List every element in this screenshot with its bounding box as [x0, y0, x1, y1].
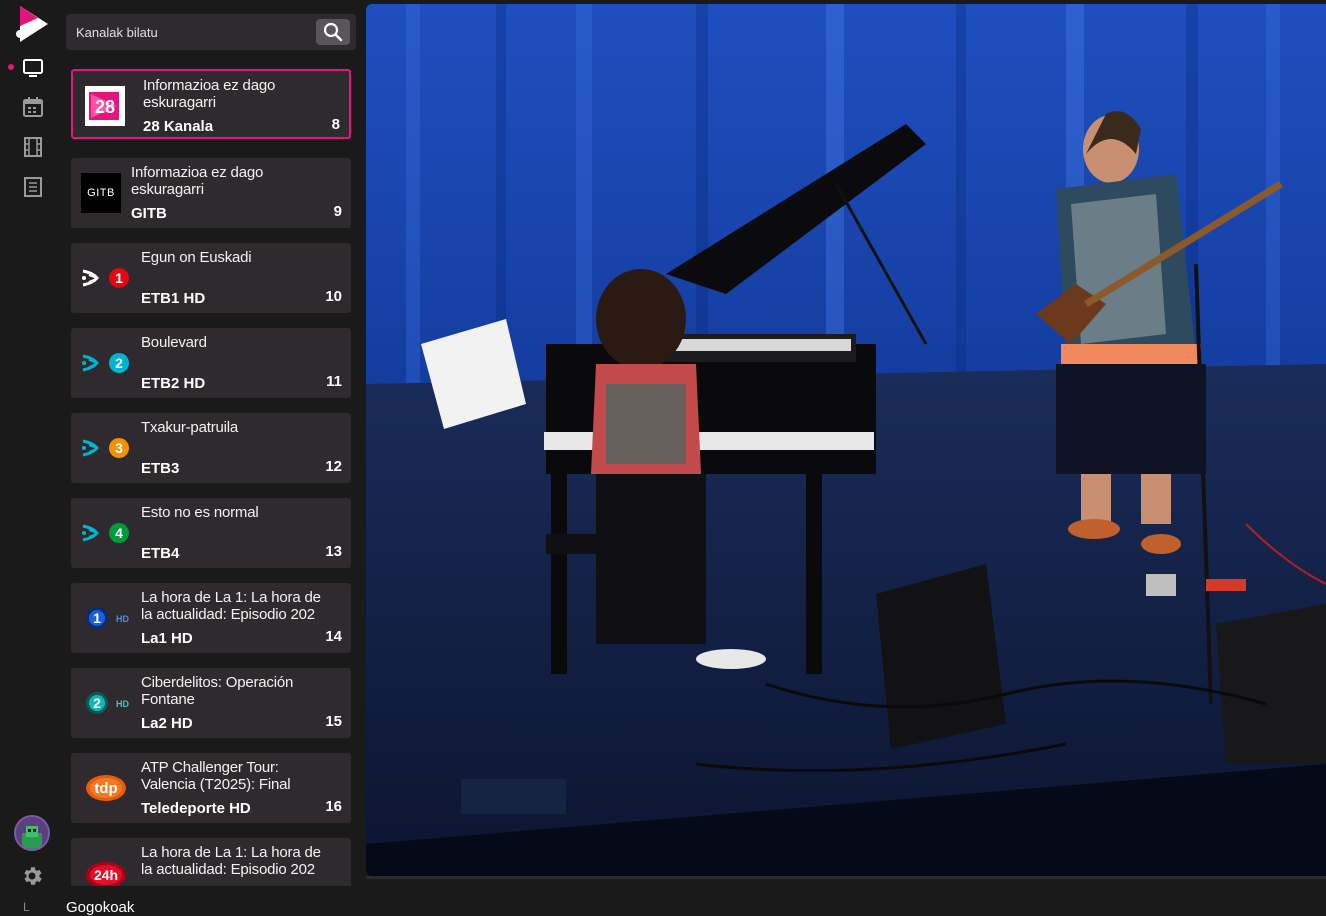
24h-logo: 24h [81, 851, 131, 886]
settings-gear-icon[interactable] [20, 864, 44, 888]
svg-text:4: 4 [115, 525, 123, 541]
favorites-section-label[interactable]: Gogokoak [66, 899, 134, 916]
tv-icon[interactable] [22, 57, 44, 79]
svg-text:28: 28 [95, 97, 115, 117]
search-input[interactable] [66, 14, 312, 50]
channel-card-la2[interactable]: 2 HD Ciberdelitos: Operación Fontane La2… [71, 668, 351, 738]
channel-card-teledeporte[interactable]: tdp ATP Challenger Tour: Valencia (T2025… [71, 753, 351, 823]
channel-card-etb1[interactable]: 1 Egun on Euskadi ETB1 HD 10 [71, 243, 351, 313]
rail-bottom-label: L [23, 900, 30, 914]
28-kanala-logo: 28 [83, 84, 127, 128]
channel-name: GITB [131, 205, 167, 222]
gitb-logo: GITB [81, 173, 121, 213]
svg-text:2: 2 [115, 355, 123, 371]
channel-number: 8 [331, 116, 340, 133]
etb2-logo: 2 [79, 341, 133, 385]
channel-card-etb2[interactable]: 2 Boulevard ETB2 HD 11 [71, 328, 351, 398]
program-title: Informazioa ez dago eskuragarri [131, 164, 264, 198]
channel-name: ETB1 HD [141, 290, 206, 307]
channel-card-etb3[interactable]: 3 Txakur-patruila ETB3 12 [71, 413, 351, 483]
program-title: Boulevard [141, 334, 207, 351]
channel-list: 28 Informazioa ez dago eskuragarri 28 Ka… [62, 58, 366, 886]
video-frame [366, 4, 1326, 876]
channel-name: ETB2 HD [141, 375, 206, 392]
channel-number: 12 [325, 458, 342, 475]
program-title: La hora de La 1: La hora de la actualida… [141, 589, 321, 623]
user-avatar[interactable] [14, 815, 50, 851]
channel-name: ETB3 [141, 460, 180, 477]
search-icon [323, 22, 343, 42]
etb4-logo: 4 [79, 511, 133, 555]
program-title: ATP Challenger Tour: Valencia (T2025): F… [141, 759, 291, 793]
search-button[interactable] [316, 19, 350, 45]
channel-number: 10 [325, 288, 342, 305]
channel-card-etb4[interactable]: 4 Esto no es normal ETB4 13 [71, 498, 351, 568]
svg-text:1: 1 [93, 610, 101, 626]
channel-card-28-kanala[interactable]: 28 Informazioa ez dago eskuragarri 28 Ka… [71, 69, 351, 139]
program-title: Egun on Euskadi [141, 249, 252, 266]
program-title: Ciberdelitos: Operación Fontane [141, 674, 294, 708]
channel-name: 28 Kanala [143, 118, 214, 135]
program-title: Informazioa ez dago eskuragarri [143, 77, 276, 111]
app-logo-icon[interactable] [14, 4, 50, 44]
svg-text:24h: 24h [94, 867, 118, 883]
channel-number: 11 [326, 373, 342, 390]
active-nav-indicator [8, 64, 14, 70]
channel-card-24h[interactable]: 24h La hora de La 1: La hora de la actua… [71, 838, 351, 886]
svg-text:1: 1 [115, 270, 123, 286]
channel-name: La1 HD [141, 630, 193, 647]
channel-search [66, 14, 356, 50]
channel-card-la1[interactable]: 1 HD La hora de La 1: La hora de la actu… [71, 583, 351, 653]
program-title: Txakur-patruila [141, 419, 239, 436]
channel-name: ETB4 [141, 545, 180, 562]
calendar-icon[interactable] [22, 96, 44, 118]
svg-text:2: 2 [93, 695, 101, 711]
channel-number: 14 [325, 628, 342, 645]
channel-name: La2 HD [141, 715, 193, 732]
svg-text:HD: HD [116, 614, 129, 624]
etb3-logo: 3 [79, 426, 133, 470]
video-player[interactable] [366, 4, 1326, 876]
channel-number: 13 [325, 543, 342, 560]
film-icon[interactable] [22, 136, 44, 158]
nav-rail: L [0, 0, 62, 914]
channel-number: 15 [325, 713, 342, 730]
document-icon[interactable] [22, 176, 44, 198]
tdp-logo: tdp [81, 766, 131, 810]
la2-logo: 2 HD [79, 681, 135, 725]
program-title: La hora de La 1: La hora de la actualida… [141, 844, 321, 878]
program-title: Esto no es normal [141, 504, 259, 521]
svg-text:tdp: tdp [94, 780, 117, 797]
channel-card-gitb[interactable]: GITB Informazioa ez dago eskuragarri GIT… [71, 158, 351, 228]
etb1-logo: 1 [79, 256, 133, 300]
channel-number: 9 [333, 203, 342, 220]
channel-number: 16 [325, 798, 342, 815]
player-progress-track[interactable] [366, 876, 1326, 879]
svg-text:HD: HD [116, 699, 129, 709]
channel-name: Teledeporte HD [141, 800, 251, 817]
svg-text:3: 3 [115, 440, 123, 456]
la1-logo: 1 HD [79, 596, 135, 640]
avatar-icon [16, 817, 48, 849]
